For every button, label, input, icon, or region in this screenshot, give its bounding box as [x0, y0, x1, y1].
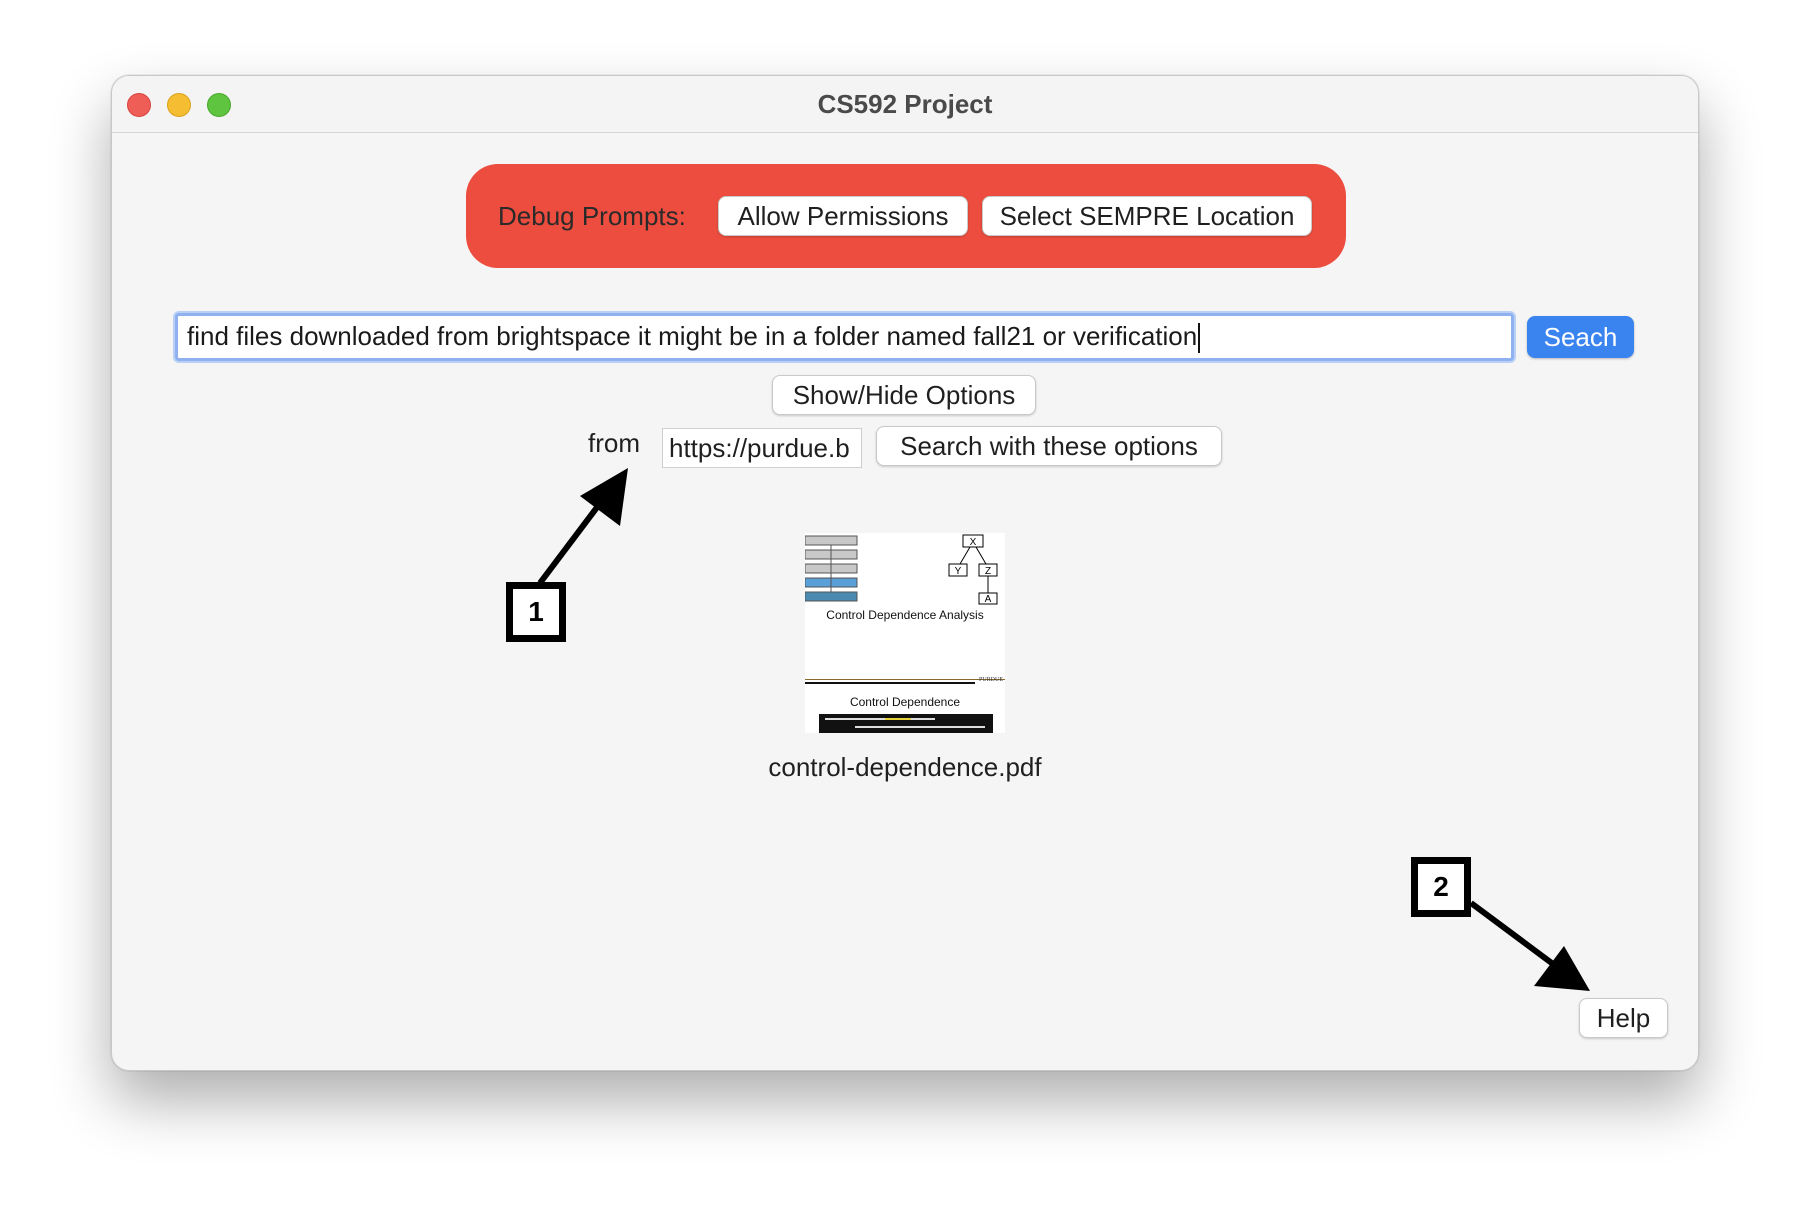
graph-node-z: Z [985, 566, 991, 577]
app-window: CS592 Project Debug Prompts: Allow Permi… [111, 75, 1699, 1071]
from-source-input[interactable]: https://purdue.b [662, 428, 862, 468]
file-thumbnail[interactable]: X Y Z A Control Dependence Analysis PURD… [805, 533, 1005, 733]
debug-prompts-bar: Debug Prompts: Allow Permissions Select … [466, 164, 1346, 268]
search-query-input[interactable]: find files downloaded from brightspace i… [175, 313, 1514, 361]
debug-prompts-label: Debug Prompts: [498, 201, 686, 231]
title-bar: CS592 Project [112, 76, 1698, 133]
text-caret [1198, 323, 1201, 354]
file-name-label[interactable]: control-dependence.pdf [705, 752, 1105, 783]
show-hide-options-button[interactable]: Show/Hide Options [772, 375, 1036, 415]
window-title: CS592 Project [817, 89, 993, 119]
graph-node-x: X [970, 537, 977, 548]
annotation-marker-2: 2 [1411, 857, 1471, 917]
search-with-options-button[interactable]: Search with these options [876, 426, 1222, 466]
graph-node-a: A [985, 594, 992, 605]
thumb-bottom-heading: Control Dependence [850, 695, 960, 709]
help-button[interactable]: Help [1579, 998, 1668, 1038]
select-sempre-location-button[interactable]: Select SEMPRE Location [982, 196, 1312, 236]
annotation-marker-1: 1 [506, 582, 566, 642]
graph-node-y: Y [955, 566, 962, 577]
thumb-top-heading: Control Dependence Analysis [826, 608, 983, 622]
thumb-footer-brand: PURDUE [979, 677, 1003, 683]
search-query-text: find files downloaded from brightspace i… [187, 321, 1198, 351]
pdf-preview-image: X Y Z A Control Dependence Analysis PURD… [805, 533, 1005, 733]
search-button[interactable]: Seach [1527, 316, 1634, 358]
from-label: from [588, 428, 640, 458]
allow-permissions-button[interactable]: Allow Permissions [718, 196, 968, 236]
